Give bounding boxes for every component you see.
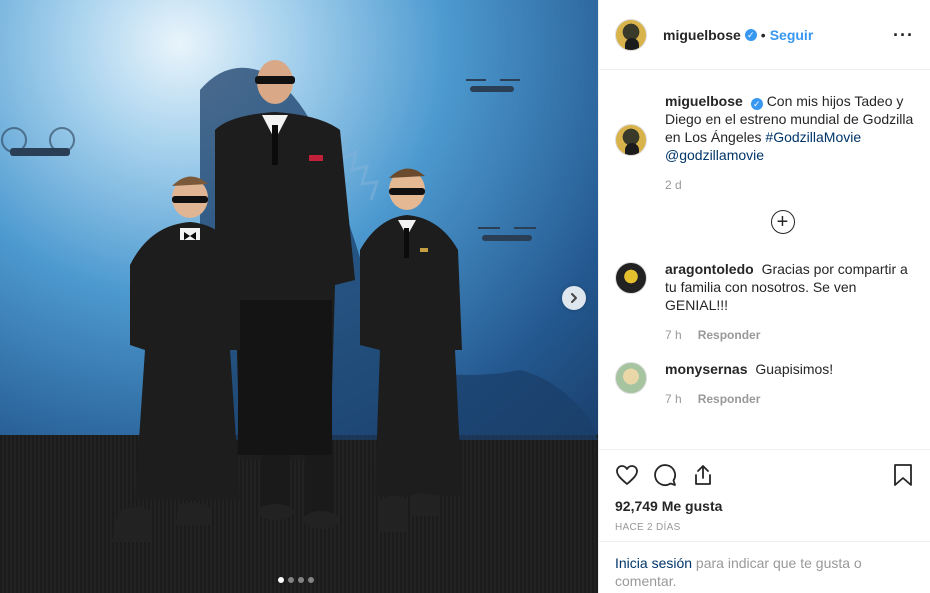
carousel-dot-active [278,577,284,583]
comment-icon[interactable] [653,463,677,487]
comment-body: aragontoledo Gracias por compartir a tu … [665,260,914,344]
aircraft-mid-right [478,227,536,241]
share-icon[interactable] [691,463,715,487]
post-photo[interactable] [0,0,598,593]
comment-time[interactable]: 7 h [665,390,682,408]
plus-circle-icon[interactable]: + [770,210,795,234]
caption-time[interactable]: 2 d [665,176,682,194]
avatar[interactable] [615,18,647,51]
action-icons [615,460,914,490]
follow-button[interactable]: Seguir [770,27,814,43]
comment-meta: 7 h Responder [665,390,914,408]
likes-count[interactable]: 92,749 Me gusta [615,498,914,514]
comments-list: miguelbose ✓ Con mis hijos Tadeo y Diego … [599,70,930,449]
comment-item: aragontoledo Gracias por compartir a tu … [615,260,914,344]
avatar[interactable] [615,362,647,394]
post-side-panel: miguelbose ✓ • Seguir ··· miguelbose ✓ Co… [598,0,930,593]
carousel-dot [288,577,294,583]
avatar[interactable] [615,124,647,156]
posted-time[interactable]: HACE 2 DÍAS [615,522,914,533]
carousel-dot [308,577,314,583]
verified-icon: ✓ [744,28,757,41]
header-username[interactable]: miguelbose [663,27,741,43]
next-slide-button[interactable] [562,286,586,310]
aircraft-left [1,127,75,156]
carousel-dots [278,577,314,583]
caption-meta: 2 d [665,176,914,194]
hashtag-link[interactable]: #GodzillaMovie [765,129,861,145]
aircraft-top-right [466,79,520,92]
heart-icon[interactable] [615,463,639,487]
verified-icon: ✓ [750,98,763,110]
caption-username[interactable]: miguelbose [665,93,743,109]
load-more-wrap: + [615,210,914,234]
caption-comment: miguelbose ✓ Con mis hijos Tadeo y Diego … [615,92,914,194]
comment-text: Guapisimos! [755,361,834,377]
bookmark-icon[interactable] [892,463,914,487]
comment-username[interactable]: monysernas [665,361,747,377]
separator: • [760,26,766,43]
comment-item: monysernas Guapisimos! 7 h Responder [615,360,914,408]
post-header: miguelbose ✓ • Seguir ··· [599,0,930,70]
login-prompt: Inicia sesión para indicar que te gusta … [599,541,930,593]
comment-username[interactable]: aragontoledo [665,261,754,277]
chevron-right-icon [571,293,577,303]
post-actions: 92,749 Me gusta HACE 2 DÍAS [599,449,930,541]
comment-meta: 7 h Responder [665,326,914,344]
comment-time[interactable]: 7 h [665,326,682,344]
reply-button[interactable]: Responder [698,326,761,344]
login-link[interactable]: Inicia sesión [615,555,692,571]
comment-body: monysernas Guapisimos! 7 h Responder [665,360,914,408]
instagram-post: miguelbose ✓ • Seguir ··· miguelbose ✓ Co… [0,0,930,593]
avatar[interactable] [615,262,647,294]
more-icon[interactable]: ··· [893,26,914,44]
reply-button[interactable]: Responder [698,390,761,408]
mention-link[interactable]: @godzillamovie [665,147,764,163]
carousel-dot [298,577,304,583]
caption-body: miguelbose ✓ Con mis hijos Tadeo y Diego … [665,92,914,194]
photo-scene [1,60,598,542]
